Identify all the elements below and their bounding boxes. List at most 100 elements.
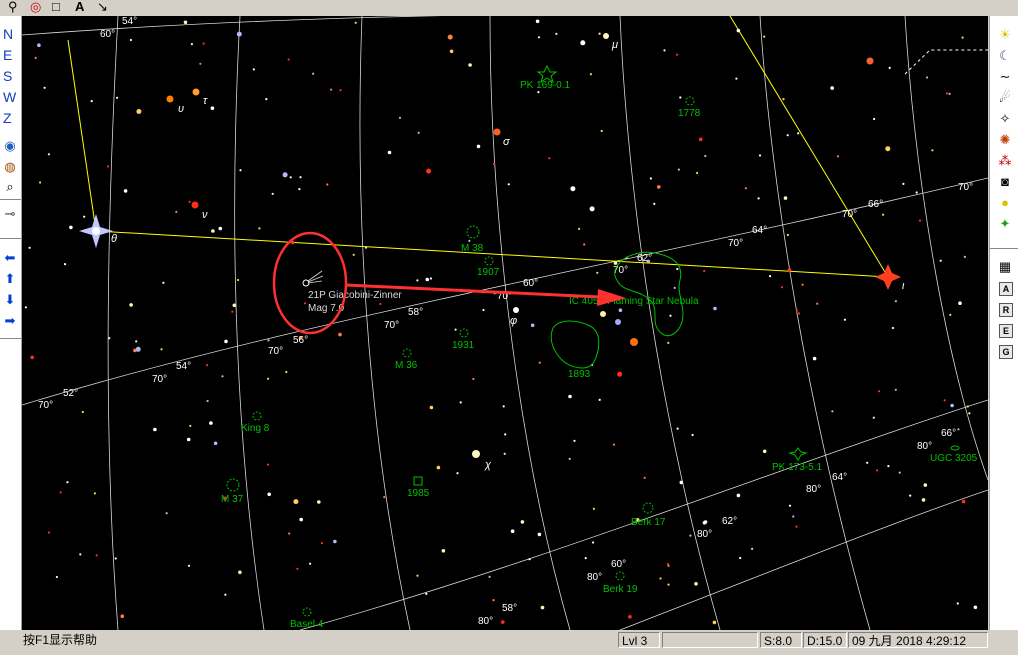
rectangle-icon[interactable]: □ xyxy=(52,0,60,14)
grid-icon[interactable]: ▦ xyxy=(996,258,1014,276)
arrow-left-icon[interactable]: ⬅ xyxy=(2,250,18,266)
west-button[interactable]: W xyxy=(3,89,16,105)
comet-icon[interactable]: ∼ xyxy=(996,68,1014,86)
star xyxy=(939,259,942,262)
svg-text:M 37: M 37 xyxy=(221,494,244,505)
star xyxy=(136,109,142,114)
star xyxy=(383,496,386,499)
bulb-icon[interactable]: ● xyxy=(996,194,1014,212)
star xyxy=(698,137,703,142)
star xyxy=(114,557,117,560)
arrow-up-icon[interactable]: ⬆ xyxy=(2,271,18,287)
compass-icon[interactable]: ◍ xyxy=(2,159,18,175)
moon-icon[interactable]: ☾ xyxy=(996,47,1014,65)
star xyxy=(317,500,321,504)
star xyxy=(538,361,541,364)
star xyxy=(199,62,202,65)
cluster-icon[interactable]: ⁂ xyxy=(996,152,1014,170)
star xyxy=(265,98,268,101)
camera-icon[interactable]: ◙ xyxy=(996,173,1014,191)
star xyxy=(751,547,754,551)
star xyxy=(830,86,834,90)
g-button[interactable]: G xyxy=(999,345,1013,359)
scale-indicator: S:8.0 xyxy=(760,632,802,648)
svg-text:1907: 1907 xyxy=(477,267,500,278)
star xyxy=(663,49,666,52)
star xyxy=(55,575,59,579)
east-button[interactable]: E xyxy=(3,47,12,63)
star xyxy=(679,480,684,485)
star xyxy=(677,168,681,171)
star xyxy=(510,529,515,533)
star xyxy=(492,599,495,602)
globe-icon[interactable]: ◉ xyxy=(2,138,18,154)
svg-text:1778: 1778 xyxy=(678,108,701,119)
target-icon[interactable]: ◎ xyxy=(30,0,41,14)
key-icon[interactable]: ⊸ xyxy=(2,206,18,222)
star xyxy=(739,556,742,560)
star xyxy=(47,531,51,534)
star xyxy=(780,286,784,289)
svg-text:70°: 70° xyxy=(384,320,399,331)
star xyxy=(507,183,510,186)
text-a-icon[interactable]: A xyxy=(75,0,84,14)
star xyxy=(943,399,946,402)
star xyxy=(921,498,926,502)
star xyxy=(416,279,419,282)
arrow-right-icon[interactable]: ➡ xyxy=(2,313,18,329)
star xyxy=(786,134,789,137)
toolbar-divider xyxy=(0,338,21,339)
arrow-down-icon[interactable]: ⬇ xyxy=(2,292,18,308)
r-button[interactable]: R xyxy=(999,303,1013,317)
star xyxy=(282,172,288,178)
star xyxy=(299,517,304,522)
star xyxy=(287,58,290,61)
star xyxy=(266,463,269,466)
star xyxy=(598,398,601,401)
star xyxy=(468,239,471,242)
star xyxy=(592,541,595,544)
star xyxy=(923,483,928,487)
zenith-button[interactable]: Z xyxy=(3,110,12,126)
star xyxy=(894,388,897,391)
svg-text:60°: 60° xyxy=(100,29,115,40)
color-icon[interactable]: ✦ xyxy=(996,215,1014,233)
star xyxy=(795,309,798,312)
pointer-icon[interactable]: ⚲ xyxy=(8,0,18,14)
star xyxy=(488,575,491,579)
star xyxy=(568,457,571,460)
star xyxy=(447,34,453,40)
star xyxy=(596,271,599,274)
a-button[interactable]: A xyxy=(999,282,1013,296)
asteroid-icon[interactable]: ☄ xyxy=(996,89,1014,107)
right-toolbar: ☀ ☾ ∼ ☄ ✧ ✺ ⁂ ◙ ● ✦ ▦ A R E G xyxy=(989,16,1018,630)
zoom-icon[interactable]: ⌕ xyxy=(2,179,18,195)
label-sigma: σ xyxy=(503,136,510,148)
svg-text:Basel 4: Basel 4 xyxy=(290,619,324,630)
star xyxy=(333,539,337,544)
star xyxy=(795,525,798,528)
south-button[interactable]: S xyxy=(3,68,12,84)
label-theta: θ xyxy=(111,233,117,245)
star xyxy=(468,63,472,67)
star xyxy=(429,277,432,280)
star xyxy=(762,449,767,454)
star xyxy=(416,574,419,577)
star xyxy=(763,35,766,38)
galaxy-icon[interactable]: ✺ xyxy=(996,131,1014,149)
e-button[interactable]: E xyxy=(999,324,1013,338)
star xyxy=(175,210,178,213)
star xyxy=(258,227,261,230)
star xyxy=(252,68,255,71)
nebula-icon[interactable]: ✧ xyxy=(996,110,1014,128)
line-icon[interactable]: ↘ xyxy=(97,0,108,14)
star xyxy=(28,246,31,249)
star xyxy=(769,275,772,278)
star xyxy=(93,492,96,495)
sky-chart[interactable]: μ σ τ υ ν θ ι φ χ 54° 60° 70° 66° 64° 70… xyxy=(22,16,988,630)
star xyxy=(293,499,299,505)
star xyxy=(187,564,191,567)
north-button[interactable]: N xyxy=(3,26,13,42)
sun-icon[interactable]: ☀ xyxy=(996,26,1014,44)
star xyxy=(676,53,679,56)
